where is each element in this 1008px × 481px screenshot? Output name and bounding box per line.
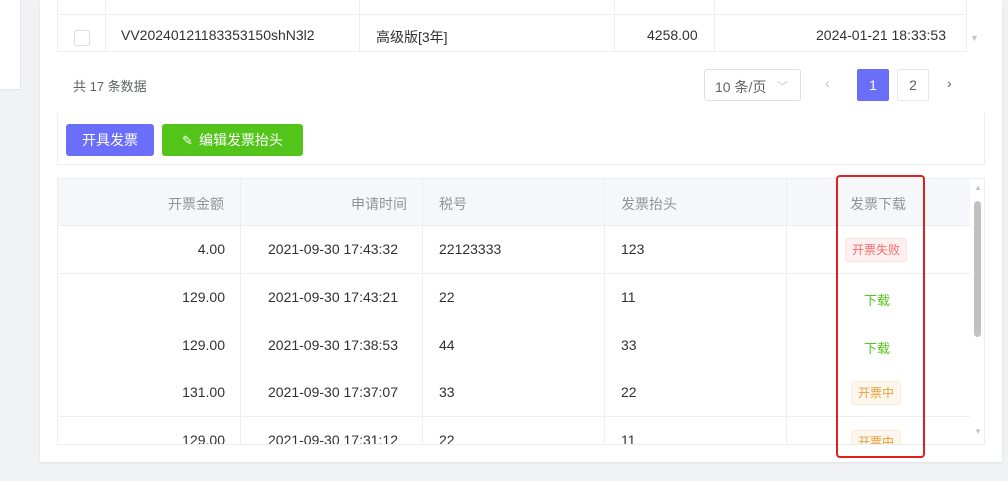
order-version: 高级版[3年] bbox=[376, 29, 448, 45]
chevron-right-icon[interactable]: › bbox=[947, 75, 952, 91]
header-amount: 开票金额 bbox=[168, 196, 224, 212]
cell-tax-number: 44 bbox=[439, 337, 455, 353]
cell-amount: 4.00 bbox=[197, 241, 225, 257]
cell-time: 2021-09-30 17:38:53 bbox=[268, 337, 398, 353]
cell-time: 2021-09-30 17:43:32 bbox=[268, 241, 398, 257]
table-scrollbar[interactable]: ▲ ▼ bbox=[970, 179, 984, 444]
order-amount: 4258.00 bbox=[647, 27, 698, 43]
invoice-toolbar: 开具发票 ✎ 编辑发票抬头 bbox=[57, 113, 985, 165]
table-row: 4.00 2021-09-30 17:43:32 22123333 123 开票… bbox=[58, 226, 970, 274]
scroll-thumb[interactable] bbox=[974, 201, 981, 337]
pencil-icon: ✎ bbox=[182, 133, 193, 148]
cell-invoice-title: 22 bbox=[621, 384, 637, 400]
table-row: 129.00 2021-09-30 17:38:53 44 33 下载 bbox=[58, 322, 970, 370]
cell-invoice-title: 11 bbox=[621, 289, 636, 305]
scroll-up-icon[interactable]: ▲ bbox=[974, 183, 982, 192]
cell-invoice-title: 11 bbox=[621, 432, 636, 445]
scroll-down-icon[interactable]: ▼ bbox=[974, 427, 982, 436]
side-panel bbox=[0, 0, 21, 90]
cell-amount: 129.00 bbox=[182, 432, 225, 445]
download-column-highlight bbox=[836, 175, 925, 458]
page-2-button[interactable]: 2 bbox=[897, 69, 929, 101]
table-row: 131.00 2021-09-30 17:37:07 33 22 开票中 bbox=[58, 369, 970, 417]
edit-invoice-header-label: 编辑发票抬头 bbox=[198, 132, 283, 148]
cell-tax-number: 22123333 bbox=[439, 241, 502, 257]
edit-invoice-header-button[interactable]: ✎ 编辑发票抬头 bbox=[162, 124, 303, 156]
cell-invoice-title: 33 bbox=[621, 337, 637, 353]
row-checkbox[interactable] bbox=[74, 30, 90, 46]
chevron-left-icon[interactable]: ‹ bbox=[825, 75, 830, 91]
header-time: 申请时间 bbox=[351, 196, 407, 212]
table-row: 129.00 2021-09-30 17:43:21 22 11 下载 bbox=[58, 275, 970, 323]
cell-time: 2021-09-30 17:43:21 bbox=[268, 289, 398, 305]
cell-tax-number: 22 bbox=[439, 432, 455, 445]
scroll-down-icon[interactable]: ▼ bbox=[970, 33, 979, 43]
page-1-button[interactable]: 1 bbox=[857, 69, 889, 101]
page-size-value: 10 条/页 bbox=[715, 79, 767, 95]
issue-invoice-button[interactable]: 开具发票 bbox=[66, 124, 154, 156]
chevron-down-icon: ﹀ bbox=[777, 81, 788, 93]
header-invoice-title: 发票抬头 bbox=[621, 196, 677, 212]
cell-time: 2021-09-30 17:37:07 bbox=[268, 384, 398, 400]
cell-amount: 131.00 bbox=[182, 384, 225, 400]
order-time: 2024-01-21 18:33:53 bbox=[816, 27, 946, 43]
cell-amount: 129.00 bbox=[182, 289, 225, 305]
page-size-select[interactable]: 10 条/页 ﹀ bbox=[704, 69, 801, 101]
cell-tax-number: 33 bbox=[439, 384, 455, 400]
orders-table: VV20240121183353150shN3l2 高级版[3年] 4258.0… bbox=[57, 0, 979, 52]
total-count: 共 17 条数据 bbox=[73, 79, 147, 94]
cell-invoice-title: 123 bbox=[621, 241, 645, 257]
cell-time: 2021-09-30 17:31:12 bbox=[268, 432, 398, 445]
order-number: VV20240121183353150shN3l2 bbox=[121, 27, 315, 43]
cell-tax-number: 22 bbox=[439, 289, 455, 305]
cell-amount: 129.00 bbox=[182, 337, 225, 353]
header-tax-number: 税号 bbox=[439, 196, 467, 212]
table-header: 开票金额 申请时间 税号 发票抬头 发票下载 bbox=[58, 179, 970, 226]
table-row: 129.00 2021-09-30 17:31:12 22 11 开票中 bbox=[58, 418, 970, 445]
